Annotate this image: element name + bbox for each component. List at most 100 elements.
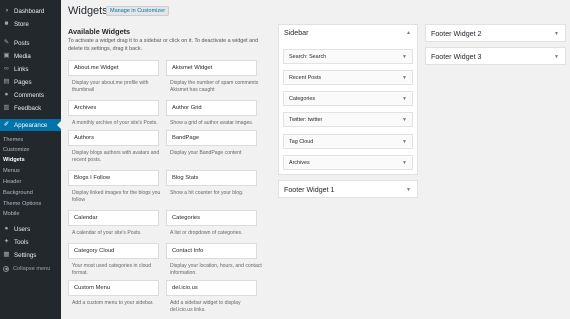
caret-down-icon[interactable]: ▼ — [402, 139, 407, 145]
menu-item-dashboard[interactable]: ◑ Dashboard — [0, 5, 61, 17]
widget-title: Twitter: twitter — [289, 116, 323, 123]
widget-tile[interactable]: Custom Menu — [68, 280, 159, 296]
wp-admin-screen: ◑ Dashboard ■ Store ✎ Posts ▣ Media ∞ Links ▤… — [0, 0, 570, 319]
caret-down-icon[interactable]: ▼ — [402, 75, 407, 81]
sidebar-widget-categories[interactable]: Categories ▼ — [283, 91, 413, 106]
sidebar-area-title[interactable]: Sidebar — [284, 29, 308, 37]
menu-item-label: Pages — [14, 78, 32, 86]
menu-item-feedback[interactable]: ▥ Feedback — [0, 102, 61, 114]
menu-item-media[interactable]: ▣ Media — [0, 50, 61, 62]
caret-down-icon[interactable]: ▼ — [406, 187, 411, 193]
collapse-menu-button[interactable]: ◀ Collapse menu — [0, 263, 61, 275]
submenu-header[interactable]: Header — [0, 177, 61, 187]
widget-tile[interactable]: About.me Widget — [68, 60, 159, 76]
menu-item-label: Appearance — [14, 121, 48, 129]
menu-item-label: Comments — [14, 91, 44, 99]
feedback-icon: ▥ — [3, 103, 10, 111]
widget-description: Show a hit counter for your blog. — [170, 190, 244, 196]
footer-widget-2-title: Footer Widget 2 — [431, 30, 482, 38]
sidebar-widget-archives[interactable]: Archives ▼ — [283, 155, 413, 170]
widget-description: A calendar of your site's Posts. — [72, 230, 142, 236]
widget-tile[interactable]: Author Grid — [166, 100, 257, 116]
widget-description: Display blogs authors with avatars and r… — [72, 150, 160, 163]
links-icon: ∞ — [4, 64, 9, 72]
sidebar-widget-twitter[interactable]: Twitter: twitter ▼ — [283, 112, 413, 127]
widget-description: Your most used categories in cloud forma… — [72, 263, 152, 276]
media-icon: ▣ — [3, 51, 10, 59]
paintbrush-icon: ✐ — [3, 120, 10, 128]
widget-tile[interactable]: BandPage — [166, 130, 257, 146]
current-menu-arrow — [57, 121, 61, 129]
widget-description: Add a sidebar widget to display del.icio… — [170, 300, 241, 313]
sidebar-widget-recent-posts[interactable]: Recent Posts ▼ — [283, 70, 413, 85]
widget-tile[interactable]: Blog Stats — [166, 170, 257, 186]
widget-description: Show a grid of author avatar images. — [170, 120, 254, 126]
pushpin-icon: ✎ — [3, 38, 10, 46]
menu-item-users[interactable]: ● Users — [0, 223, 61, 235]
menu-item-store[interactable]: ■ Store — [0, 18, 61, 30]
widget-tile[interactable]: Akismet Widget — [166, 60, 257, 76]
caret-down-icon[interactable]: ▼ — [554, 31, 559, 37]
widget-description: Display the number of spam comments Akis… — [170, 80, 259, 93]
menu-item-label: Links — [14, 65, 29, 73]
widget-tile[interactable]: Calendar — [68, 210, 159, 226]
menu-item-label: Dashboard — [14, 7, 45, 15]
widget-description: Display your location, hours, and contac… — [170, 263, 262, 276]
caret-down-icon[interactable]: ▼ — [402, 96, 407, 102]
tools-icon: ✦ — [3, 237, 10, 245]
submenu-theme-options[interactable]: Theme Options — [0, 199, 61, 209]
submenu-mobile[interactable]: Mobile — [0, 209, 61, 219]
widget-description: A monthly archive of your site's Posts. — [72, 120, 158, 126]
footer-widget-3-title: Footer Widget 3 — [431, 53, 482, 61]
submenu-themes[interactable]: Themes — [0, 135, 61, 145]
caret-down-icon[interactable]: ▼ — [402, 160, 407, 166]
menu-item-label: Tools — [14, 238, 29, 246]
menu-item-label: Media — [14, 52, 31, 60]
menu-item-pages[interactable]: ▤ Pages — [0, 76, 61, 88]
caret-down-icon[interactable]: ▼ — [554, 54, 559, 60]
caret-down-icon[interactable]: ▼ — [402, 54, 407, 60]
widget-title: Categories — [289, 95, 316, 102]
submenu-customize[interactable]: Customize — [0, 145, 61, 155]
available-widgets-description: To activate a widget drag it to a sideba… — [68, 38, 259, 52]
submenu-widgets[interactable]: Widgets — [0, 155, 61, 165]
comments-icon: ● — [4, 90, 9, 98]
footer-widget-1-title: Footer Widget 1 — [284, 186, 335, 194]
caret-down-icon[interactable]: ▼ — [402, 117, 407, 123]
menu-item-label: Store — [14, 20, 29, 28]
menu-item-links[interactable]: ∞ Links — [0, 63, 61, 75]
widget-tile[interactable]: Archives — [68, 100, 159, 116]
widget-tile[interactable]: del.icio.us — [166, 280, 257, 296]
widget-description: A list or dropdown of categories. — [170, 230, 243, 236]
menu-item-appearance[interactable]: ✐ Appearance — [0, 119, 61, 131]
footer-widget-3-area[interactable]: Footer Widget 3 ▼ — [425, 47, 566, 65]
collapse-menu-label: Collapse menu — [13, 266, 51, 272]
submenu-background[interactable]: Background — [0, 188, 61, 198]
manage-in-customizer-button[interactable]: Manage in Customizer — [106, 6, 170, 16]
widget-title: Search: Search — [289, 53, 327, 60]
menu-item-label: Settings — [14, 251, 37, 259]
pages-icon: ▤ — [3, 77, 10, 85]
menu-item-comments[interactable]: ● Comments — [0, 89, 61, 101]
menu-item-label: Users — [14, 225, 31, 233]
menu-item-label: Feedback — [14, 104, 42, 112]
widget-tile[interactable]: Categories — [166, 210, 257, 226]
sidebar-widget-tag-cloud[interactable]: Tag Cloud ▼ — [283, 134, 413, 149]
submenu-menus[interactable]: Menus — [0, 166, 61, 176]
menu-item-tools[interactable]: ✦ Tools — [0, 236, 61, 248]
widget-title: Tag Cloud — [289, 138, 314, 145]
widget-description: Display your BandPage content — [170, 150, 242, 156]
widget-tile[interactable]: Contact Info — [166, 243, 257, 259]
footer-widget-2-area[interactable]: Footer Widget 2 ▼ — [425, 24, 566, 42]
widget-tile[interactable]: Authors — [68, 130, 159, 146]
caret-up-icon[interactable]: ▲ — [406, 30, 411, 36]
footer-widget-1-area[interactable]: Footer Widget 1 ▼ — [278, 180, 418, 198]
widget-tile[interactable]: Category Cloud — [68, 243, 159, 259]
page-title: Widgets — [68, 5, 108, 17]
menu-item-posts[interactable]: ✎ Posts — [0, 37, 61, 49]
sidebar-widget-search[interactable]: Search: Search ▼ — [283, 49, 413, 64]
widget-description: Add a custom menu to your sidebar. — [72, 300, 154, 306]
store-icon: ■ — [4, 19, 9, 27]
menu-item-settings[interactable]: ▦ Settings — [0, 249, 61, 261]
widget-tile[interactable]: Blogs I Follow — [68, 170, 159, 186]
